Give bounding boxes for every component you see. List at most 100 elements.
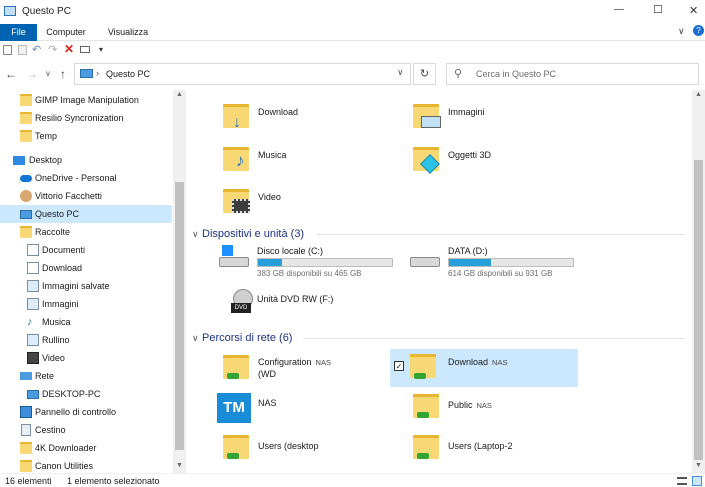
sidebar-item-gimp[interactable]: GIMP Image Manipulation — [0, 91, 172, 109]
folder-video[interactable]: Video — [223, 187, 393, 227]
forward-button[interactable]: → — [26, 67, 38, 81]
redo-icon[interactable]: ↷ — [48, 43, 57, 56]
ribbon-expand-icon[interactable]: ∨ — [678, 26, 685, 37]
network-users-desktop[interactable]: Users (desktop — [223, 433, 393, 473]
network-link-icon — [417, 412, 429, 418]
folder-immagini[interactable]: Immagini — [413, 102, 583, 142]
help-icon[interactable]: ? — [693, 25, 704, 36]
scroll-up-icon[interactable]: ▲ — [176, 91, 183, 98]
dvd-label-icon: DVD — [231, 303, 251, 313]
sidebar-item-label: Questo PC — [35, 209, 80, 219]
scrollbar-thumb[interactable] — [175, 182, 184, 450]
collapse-chevron-icon[interactable]: ∨ — [192, 226, 202, 242]
scrollbar-thumb[interactable] — [694, 160, 703, 460]
sidebar-item-label: OneDrive - Personal — [35, 173, 117, 183]
network-nas[interactable]: TM NAS — [217, 393, 387, 433]
scroll-down-icon[interactable]: ▼ — [695, 462, 702, 469]
drive-d[interactable]: DATA (D:) 614 GB disponibili su 931 GB — [410, 245, 590, 285]
sidebar-item-resilio[interactable]: Resilio Syncronization — [0, 109, 172, 127]
folder-download[interactable]: ↓ Download — [223, 102, 393, 142]
back-button[interactable]: ← — [5, 67, 17, 81]
sidebar-item-user[interactable]: Vittorio Facchetti — [0, 187, 172, 205]
sidebar-item-raccolte[interactable]: Raccolte — [0, 223, 172, 241]
sidebar-item-label: Cestino — [35, 425, 66, 435]
tab-file[interactable]: File — [0, 24, 37, 41]
folder-musica[interactable]: ♪ Musica — [223, 145, 393, 185]
scroll-up-icon[interactable]: ▲ — [695, 91, 702, 98]
collapse-chevron-icon[interactable]: ∨ — [192, 330, 202, 346]
drive-usage-fill — [449, 259, 492, 266]
sidebar-item-rete[interactable]: Rete — [0, 367, 172, 385]
video-icon — [27, 352, 39, 364]
sidebar-item-desktop[interactable]: Desktop — [0, 151, 172, 169]
network-tag: NAS — [315, 358, 331, 367]
documents-icon — [27, 244, 39, 256]
nav-scrollbar[interactable]: ▲ ▼ — [173, 90, 186, 473]
tab-computer[interactable]: Computer — [40, 24, 92, 41]
sidebar-item-video[interactable]: Video — [0, 349, 172, 367]
details-view-icon[interactable] — [677, 477, 687, 485]
sidebar-item-questo-pc[interactable]: Questo PC — [0, 205, 172, 223]
network-public[interactable]: Public NAS — [413, 392, 583, 432]
drive-label: DATA (D:) — [448, 246, 488, 256]
delete-icon[interactable]: ✕ — [64, 42, 74, 56]
customize-qat-icon[interactable]: ▾ — [99, 45, 103, 54]
minimize-button[interactable]: — — [614, 4, 624, 15]
window-title: Questo PC — [22, 6, 71, 17]
properties-icon[interactable] — [3, 45, 12, 55]
folder-label: Video — [258, 192, 281, 202]
folder-label: Download — [258, 107, 299, 117]
new-folder-icon[interactable] — [18, 45, 27, 55]
sidebar-item-cestino[interactable]: Cestino — [0, 421, 172, 439]
sidebar-item-musica[interactable]: ♪ Musica — [0, 313, 172, 331]
rename-icon[interactable] — [80, 46, 90, 53]
sidebar-item-pannello[interactable]: Pannello di controllo — [0, 403, 172, 421]
app-icon — [4, 6, 16, 16]
music-note-icon: ♪ — [236, 151, 245, 170]
sidebar-item-immagini-salvate[interactable]: Immagini salvate — [0, 277, 172, 295]
address-dropdown-icon[interactable]: ∨ — [397, 67, 404, 78]
section-header-network[interactable]: ∨ Percorsi di rete (6) — [192, 330, 292, 346]
drive-label: Disco locale (C:) — [257, 246, 324, 256]
sidebar-item-canon[interactable]: Canon Utilities — [0, 457, 172, 473]
network-configuration[interactable]: Configuration NAS (WD — [223, 353, 393, 393]
large-icons-view-icon[interactable] — [692, 476, 702, 486]
search-placeholder: Cerca in Questo PC — [476, 69, 557, 79]
up-button[interactable]: ↑ — [60, 67, 66, 81]
scroll-down-icon[interactable]: ▼ — [176, 462, 183, 469]
sidebar-item-label: Rullino — [42, 335, 70, 345]
network-users-laptop[interactable]: Users (Laptop-2 — [413, 433, 583, 473]
breadcrumb-chevron[interactable]: › — [96, 68, 99, 78]
section-header-devices[interactable]: ∨ Dispositivi e unità (3) — [192, 226, 304, 242]
sidebar-item-temp[interactable]: Temp — [0, 127, 172, 145]
undo-icon[interactable]: ↶ — [32, 43, 41, 56]
address-path: Questo PC — [106, 69, 151, 79]
close-button[interactable]: ✕ — [689, 4, 698, 17]
tab-visualizza[interactable]: Visualizza — [100, 24, 156, 41]
sidebar-item-desktop-pc[interactable]: DESKTOP-PC — [0, 385, 172, 403]
drive-dvd[interactable]: DVD Unità DVD RW (F:) — [219, 289, 399, 329]
control-panel-icon — [20, 406, 32, 418]
recent-locations-icon[interactable]: ∨ — [45, 69, 51, 78]
search-field[interactable]: ⚲ Cerca in Questo PC — [446, 63, 699, 85]
refresh-button[interactable]: ↻ — [413, 63, 436, 85]
maximize-button[interactable]: ☐ — [653, 3, 663, 16]
sidebar-item-immagini[interactable]: Immagini — [0, 295, 172, 313]
sidebar-item-rullino[interactable]: Rullino — [0, 331, 172, 349]
sidebar-item-onedrive[interactable]: OneDrive - Personal — [0, 169, 172, 187]
sidebar-item-4k[interactable]: 4K Downloader — [0, 439, 172, 457]
selection-checkbox[interactable]: ✓ — [394, 361, 404, 371]
network-download[interactable]: ✓ Download NAS — [390, 349, 578, 387]
drive-label: Unità DVD RW (F:) — [257, 294, 334, 304]
sidebar-item-documenti[interactable]: Documenti — [0, 241, 172, 259]
network-name: Public — [448, 400, 473, 410]
folder-icon — [20, 130, 32, 142]
user-icon — [20, 190, 32, 202]
content-scrollbar[interactable]: ▲ ▼ — [692, 90, 705, 473]
download-arrow-icon: ↓ — [233, 114, 241, 131]
sidebar-item-download[interactable]: Download — [0, 259, 172, 277]
folder-label: Oggetti 3D — [448, 150, 492, 160]
folder-oggetti-3d[interactable]: Oggetti 3D — [413, 145, 583, 185]
address-field[interactable]: › Questo PC ∨ — [74, 63, 411, 85]
drive-c[interactable]: Disco locale (C:) 383 GB disponibili su … — [219, 245, 399, 285]
